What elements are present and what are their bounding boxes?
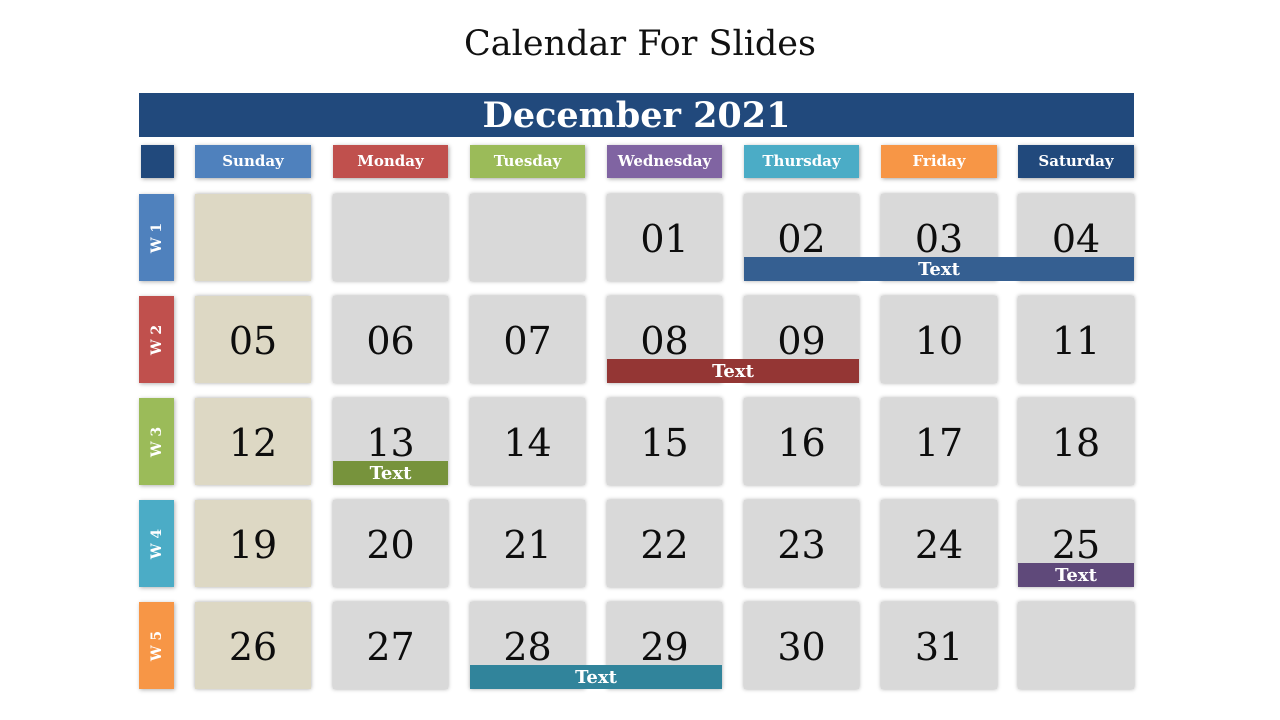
weekday-header-tuesday: Tuesday (470, 145, 585, 178)
date-number: 15 (640, 421, 689, 465)
date-cell-18[interactable]: 18 (1018, 398, 1134, 485)
date-cell-20[interactable]: 20 (333, 500, 448, 587)
date-cell-14[interactable]: 14 (470, 398, 585, 485)
week-label-text: W 4 (148, 528, 165, 559)
date-number: 13 (366, 421, 415, 465)
weekday-header-monday: Monday (333, 145, 448, 178)
corner-block (141, 145, 174, 178)
date-number: 30 (777, 625, 826, 669)
week-label-text: W 2 (148, 324, 165, 355)
date-cell-23[interactable]: 23 (744, 500, 859, 587)
date-number: 01 (640, 217, 689, 261)
date-number: 19 (228, 523, 278, 567)
date-number: 18 (1051, 421, 1101, 465)
slide-title: Calendar For Slides (464, 24, 816, 64)
date-number: 26 (228, 625, 278, 669)
empty-date-cell[interactable] (1018, 602, 1134, 689)
weekday-header-saturday: Saturday (1018, 145, 1134, 178)
date-cell-06[interactable]: 06 (333, 296, 448, 383)
date-cell-07[interactable]: 07 (470, 296, 585, 383)
date-number: 21 (503, 523, 552, 567)
event-bar[interactable]: Text (333, 461, 448, 485)
date-cell-15[interactable]: 15 (607, 398, 722, 485)
date-number: 23 (777, 523, 826, 567)
date-cell-30[interactable]: 30 (744, 602, 859, 689)
week-label-3: W 3 (139, 398, 174, 485)
date-number: 28 (503, 625, 552, 669)
week-label-1: W 1 (139, 194, 174, 281)
date-number: 14 (503, 421, 552, 465)
date-number: 22 (640, 523, 689, 567)
date-number: 02 (777, 217, 826, 261)
week-label-4: W 4 (139, 500, 174, 587)
date-cell-05[interactable]: 05 (195, 296, 311, 383)
event-bar[interactable]: Text (744, 257, 1134, 281)
date-number: 08 (640, 319, 689, 363)
date-cell-21[interactable]: 21 (470, 500, 585, 587)
week-label-2: W 2 (139, 296, 174, 383)
date-number: 10 (914, 319, 964, 363)
date-cell-01[interactable]: 01 (607, 194, 722, 281)
date-number: 06 (366, 319, 415, 363)
date-cell-22[interactable]: 22 (607, 500, 722, 587)
week-label-text: W 1 (148, 222, 165, 253)
date-cell-24[interactable]: 24 (881, 500, 997, 587)
date-cell-11[interactable]: 11 (1018, 296, 1134, 383)
date-number: 20 (366, 523, 415, 567)
date-number: 09 (777, 319, 826, 363)
date-cell-31[interactable]: 31 (881, 602, 997, 689)
date-cell-12[interactable]: 12 (195, 398, 311, 485)
weekday-header-friday: Friday (881, 145, 997, 178)
weekday-header-wednesday: Wednesday (607, 145, 722, 178)
date-number: 04 (1051, 217, 1101, 261)
date-cell-19[interactable]: 19 (195, 500, 311, 587)
date-cell-16[interactable]: 16 (744, 398, 859, 485)
weekday-header-thursday: Thursday (744, 145, 859, 178)
empty-date-cell[interactable] (333, 194, 448, 281)
event-bar[interactable]: Text (1018, 563, 1134, 587)
date-number: 29 (640, 625, 689, 669)
event-bar[interactable]: Text (470, 665, 722, 689)
date-number: 24 (914, 523, 964, 567)
week-label-text: W 3 (148, 426, 165, 457)
week-label-5: W 5 (139, 602, 174, 689)
date-cell-27[interactable]: 27 (333, 602, 448, 689)
empty-date-cell[interactable] (195, 194, 311, 281)
date-cell-17[interactable]: 17 (881, 398, 997, 485)
event-bar[interactable]: Text (607, 359, 859, 383)
date-number: 16 (777, 421, 826, 465)
date-cell-10[interactable]: 10 (881, 296, 997, 383)
date-number: 27 (366, 625, 415, 669)
date-number: 31 (914, 625, 964, 669)
weekday-header-sunday: Sunday (195, 145, 311, 178)
date-number: 03 (914, 217, 964, 261)
empty-date-cell[interactable] (470, 194, 585, 281)
date-number: 11 (1051, 319, 1101, 363)
date-number: 12 (228, 421, 278, 465)
date-cell-26[interactable]: 26 (195, 602, 311, 689)
date-number: 05 (228, 319, 278, 363)
date-number: 25 (1051, 523, 1101, 567)
date-number: 17 (914, 421, 964, 465)
date-number: 07 (503, 319, 552, 363)
week-label-text: W 5 (148, 630, 165, 661)
month-header: December 2021 (139, 93, 1134, 137)
